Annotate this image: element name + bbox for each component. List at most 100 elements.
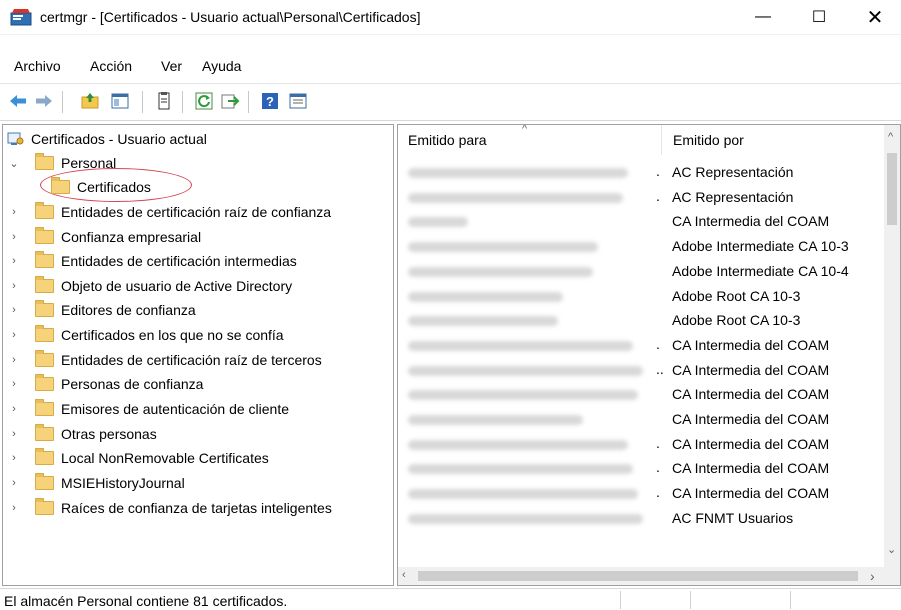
toolbar-separator [62,91,63,113]
certificate-list-pane[interactable]: Emitido para ^ Emitido por . AC Represent… [397,124,901,586]
close-button[interactable]: ✕ [852,0,898,34]
tree-item[interactable]: › Editores de confianza [7,299,196,321]
folder-icon [35,300,54,317]
chevron-right-icon[interactable]: › [7,304,21,316]
folder-icon [35,227,54,244]
horizontal-scroll-thumb[interactable] [418,571,858,581]
chevron-right-icon[interactable]: › [7,428,21,440]
vertical-scrollbar[interactable]: ^ ⌄ [884,125,900,567]
redacted-issued-to [408,464,633,475]
table-row[interactable]: CA Intermedia del COAM [398,209,884,234]
menu-accion[interactable]: Acción [90,58,132,74]
show-hide-tree-icon[interactable] [110,91,130,111]
table-row[interactable]: .. CA Intermedia del COAM [398,358,884,383]
properties-icon[interactable] [288,91,308,111]
toolbar-separator [182,91,183,113]
help-icon[interactable]: ? [260,91,280,111]
tree-pane[interactable]: Certificados - Usuario actual ⌄ Personal… [2,124,394,586]
table-row[interactable]: CA Intermedia del COAM [398,407,884,432]
chevron-right-icon[interactable]: › [7,403,21,415]
menu-archivo[interactable]: Archivo [14,58,61,74]
issued-by-cell: CA Intermedia del COAM [672,485,830,502]
column-header-issued-by[interactable]: Emitido por [663,125,885,155]
redacted-issued-to [408,439,628,450]
issued-by-cell: CA Intermedia del COAM [672,361,830,378]
chevron-right-icon[interactable]: › [7,329,21,341]
tree-item[interactable]: › Otras personas [7,423,157,445]
table-row[interactable]: . AC Representación [398,185,884,210]
tree-root-label: Certificados - Usuario actual [31,131,207,147]
scroll-up-icon[interactable]: ^ [888,131,893,143]
tree-item[interactable]: › MSIEHistoryJournal [7,472,185,494]
table-row[interactable]: Adobe Root CA 10-3 [398,284,884,309]
refresh-icon[interactable] [194,91,214,111]
forward-arrow-icon[interactable] [34,91,54,111]
issued-by-cell: CA Intermedia del COAM [672,460,830,477]
redacted-issued-to [408,192,623,203]
title-bar[interactable]: certmgr - [Certificados - Usuario actual… [0,0,901,35]
table-row[interactable]: . AC Representación [398,160,884,185]
scroll-down-icon[interactable]: ⌄ [887,543,896,556]
chevron-down-icon[interactable]: ⌄ [7,157,21,170]
redacted-issued-to [408,291,563,302]
chevron-right-icon[interactable]: › [7,280,21,292]
issued-by-cell: CA Intermedia del COAM [672,411,830,427]
up-folder-icon[interactable] [80,91,100,111]
table-row[interactable]: Adobe Root CA 10-3 [398,308,884,333]
column-header-issued-to[interactable]: Emitido para ^ [398,125,662,155]
toolbar-separator [248,91,249,113]
tree-root[interactable]: Certificados - Usuario actual [7,128,207,150]
table-row[interactable]: . CA Intermedia del COAM [398,333,884,358]
menu-ayuda[interactable]: Ayuda [202,58,241,74]
table-row[interactable]: . CA Intermedia del COAM [398,481,884,506]
certmgr-app-icon [10,9,32,26]
tree-item[interactable]: › Raíces de confianza de tarjetas intelig… [7,497,332,519]
issued-by-cell: CA Intermedia del COAM [672,386,830,403]
tree-item-label: Editores de confianza [61,302,196,318]
menu-ver[interactable]: Ver [161,58,182,74]
chevron-right-icon[interactable]: › [7,452,21,464]
scroll-left-icon[interactable]: ‹ [402,569,406,581]
tree-item-certificados[interactable]: Certificados [51,176,151,198]
truncation-ellipsis: . [656,187,660,204]
chevron-right-icon[interactable]: › [7,477,21,489]
horizontal-scrollbar[interactable]: ‹ › [398,567,900,585]
tree-item[interactable]: › Certificados en los que no se confía [7,324,284,346]
table-row[interactable]: Adobe Intermediate CA 10-4 [398,259,884,284]
vertical-scroll-thumb[interactable] [887,153,897,225]
maximize-button[interactable]: ☐ [796,0,842,34]
truncation-ellipsis: . [656,335,660,352]
tree-item[interactable]: › Emisores de autenticación de cliente [7,398,289,420]
truncation-ellipsis: . [656,459,660,476]
tree-item[interactable]: › Local NonRemovable Certificates [7,447,269,469]
copy-icon[interactable] [154,91,174,111]
chevron-right-icon[interactable]: › [7,502,21,514]
table-row[interactable]: Adobe Intermediate CA 10-3 [398,234,884,259]
tree-item-label: Entidades de certificación raíz de confi… [61,204,332,220]
chevron-right-icon[interactable]: › [7,206,21,218]
table-row[interactable]: . CA Intermedia del COAM [398,432,884,457]
issued-by-cell: AC FNMT Usuarios [672,509,794,526]
chevron-right-icon[interactable]: › [7,354,21,366]
scroll-right-icon[interactable]: › [870,568,875,584]
folder-icon [35,325,54,342]
tree-item[interactable]: › Entidades de certificación intermedias [7,250,297,272]
redacted-issued-to [408,415,583,425]
table-row[interactable]: CA Intermedia del COAM [398,382,884,407]
export-icon[interactable] [220,91,240,111]
tree-item[interactable]: › Confianza empresarial [7,226,201,248]
issued-by-cell: Adobe Intermediate CA 10-3 [672,238,849,255]
table-row[interactable]: . CA Intermedia del COAM [398,456,884,481]
back-arrow-icon[interactable] [8,91,28,111]
folder-icon [35,448,54,465]
tree-item[interactable]: › Entidades de certificación raíz de conf… [7,201,331,223]
tree-item[interactable]: › Personas de confianza [7,373,203,395]
tree-item[interactable]: › Entidades de certificación raíz de terc… [7,349,322,371]
column-header-label: Emitido por [673,132,744,148]
chevron-right-icon[interactable]: › [7,378,21,390]
tree-item[interactable]: › Objeto de usuario de Active Directory [7,275,292,297]
chevron-right-icon[interactable]: › [7,231,21,243]
chevron-right-icon[interactable]: › [7,255,21,267]
minimize-button[interactable]: — [740,0,786,34]
table-row[interactable]: AC FNMT Usuarios [398,506,884,531]
